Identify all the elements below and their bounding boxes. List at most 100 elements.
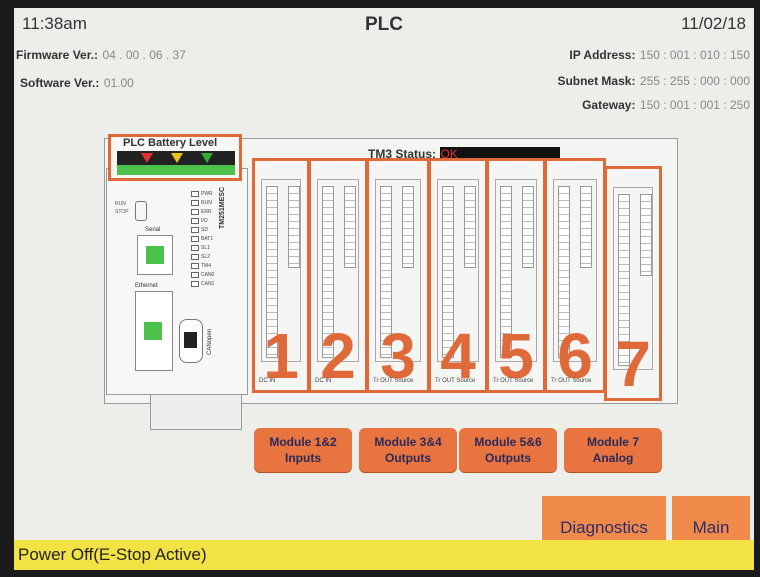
subnet-label: Subnet Mask: (557, 74, 636, 88)
controller-led-row: BAT1 (191, 234, 217, 243)
terminal-pin (465, 229, 475, 236)
terminal-pin (641, 202, 651, 209)
terminal-pin (323, 271, 333, 278)
terminal-pin (501, 292, 511, 299)
terminal-pin (619, 251, 629, 258)
module-5-6-outputs-button[interactable]: Module 5&6 Outputs (459, 428, 557, 472)
controller-led-label: CAN1 (201, 280, 215, 287)
terminal-pin (289, 222, 299, 229)
terminal-pin (403, 236, 413, 243)
terminal-pin (523, 243, 533, 250)
terminal-pin (523, 229, 533, 236)
terminal-strip (288, 186, 300, 268)
terminal-pin (443, 215, 453, 222)
terminal-pin (267, 306, 277, 313)
diagnostics-button[interactable]: Diagnostics (542, 496, 666, 546)
ip-label: IP Address: (569, 48, 636, 62)
terminal-pin (465, 201, 475, 208)
canopen-led (184, 332, 197, 348)
terminal-pin (443, 187, 453, 194)
mod12-line2: Inputs (285, 451, 321, 465)
io-module-1: 1 DC IN (252, 158, 310, 393)
terminal-pin (619, 272, 629, 279)
status-led-icon (191, 262, 199, 269)
terminal-pin (619, 321, 629, 328)
controller-led-label: ERR (201, 208, 212, 215)
battery-marker-mid (171, 153, 183, 163)
terminal-pin (619, 307, 629, 314)
terminal-pin (323, 187, 333, 194)
main-button[interactable]: Main (672, 496, 750, 546)
io-module-3: 3 Tr OUT Source (366, 158, 430, 393)
terminal-pin (501, 285, 511, 292)
status-led-icon (191, 208, 199, 215)
terminal-pin (323, 250, 333, 257)
terminal-pin (501, 229, 511, 236)
terminal-pin (641, 244, 651, 251)
terminal-pin (267, 215, 277, 222)
terminal-pin (381, 243, 391, 250)
module-3-4-outputs-button[interactable]: Module 3&4 Outputs (359, 428, 457, 472)
terminal-pin (581, 222, 591, 229)
terminal-pin (443, 264, 453, 271)
terminal-pin (559, 215, 569, 222)
terminal-pin (443, 285, 453, 292)
terminal-pin (381, 194, 391, 201)
module-number: 7 (615, 328, 651, 400)
terminal-pin (559, 306, 569, 313)
terminal-pin (381, 306, 391, 313)
canopen-label: CANopen (207, 328, 213, 355)
module-1-2-inputs-button[interactable]: Module 1&2 Inputs (254, 428, 352, 472)
terminal-pin (559, 243, 569, 250)
terminal-pin (381, 292, 391, 299)
terminal-pin (501, 187, 511, 194)
terminal-pin (523, 208, 533, 215)
canopen-connector (179, 319, 203, 363)
terminal-pin (619, 279, 629, 286)
status-led-icon (191, 271, 199, 278)
terminal-pin (581, 243, 591, 250)
terminal-pin (403, 250, 413, 257)
terminal-pin (581, 215, 591, 222)
terminal-pin (641, 216, 651, 223)
terminal-pin (559, 285, 569, 292)
terminal-pin (465, 208, 475, 215)
terminal-pin (581, 236, 591, 243)
terminal-pin (559, 271, 569, 278)
led-panel: PWR RUN ERR I/O SD BAT1 SL1 SL2 TM4 CAN0 CAN1 (191, 189, 217, 289)
hmi-screen: 11:38am PLC 11/02/18 Firmware Ver.: 04 .… (14, 8, 754, 570)
terminal-pin (443, 201, 453, 208)
terminal-pin (289, 208, 299, 215)
terminal-pin (443, 208, 453, 215)
terminal-pin (381, 201, 391, 208)
terminal-pin (403, 243, 413, 250)
terminal-pin (267, 208, 277, 215)
terminal-pin (267, 257, 277, 264)
terminal-pin (443, 229, 453, 236)
terminal-pin (267, 187, 277, 194)
terminal-pin (323, 208, 333, 215)
terminal-pin (581, 187, 591, 194)
terminal-pin (559, 222, 569, 229)
terminal-pin (501, 299, 511, 306)
status-led-icon (191, 217, 199, 224)
terminal-pin (381, 264, 391, 271)
terminal-pin (323, 285, 333, 292)
terminal-pin (403, 222, 413, 229)
io-module-7: 7 (604, 166, 662, 401)
terminal-pin (641, 265, 651, 272)
terminal-pin (619, 286, 629, 293)
terminal-pin (345, 215, 355, 222)
terminal-pin (501, 243, 511, 250)
date: 11/02/18 (681, 14, 746, 33)
terminal-strip (640, 194, 652, 276)
plc-controller: RUN STOP Serial Ethernet CANopen PWR RUN E… (106, 168, 248, 395)
terminal-pin (641, 237, 651, 244)
terminal-pin (559, 299, 569, 306)
terminal-pin (559, 208, 569, 215)
controller-led-row: RUN (191, 198, 217, 207)
module-7-analog-button[interactable]: Module 7 Analog (564, 428, 662, 472)
terminal-pin (559, 229, 569, 236)
terminal-pin (619, 244, 629, 251)
terminal-pin (323, 264, 333, 271)
